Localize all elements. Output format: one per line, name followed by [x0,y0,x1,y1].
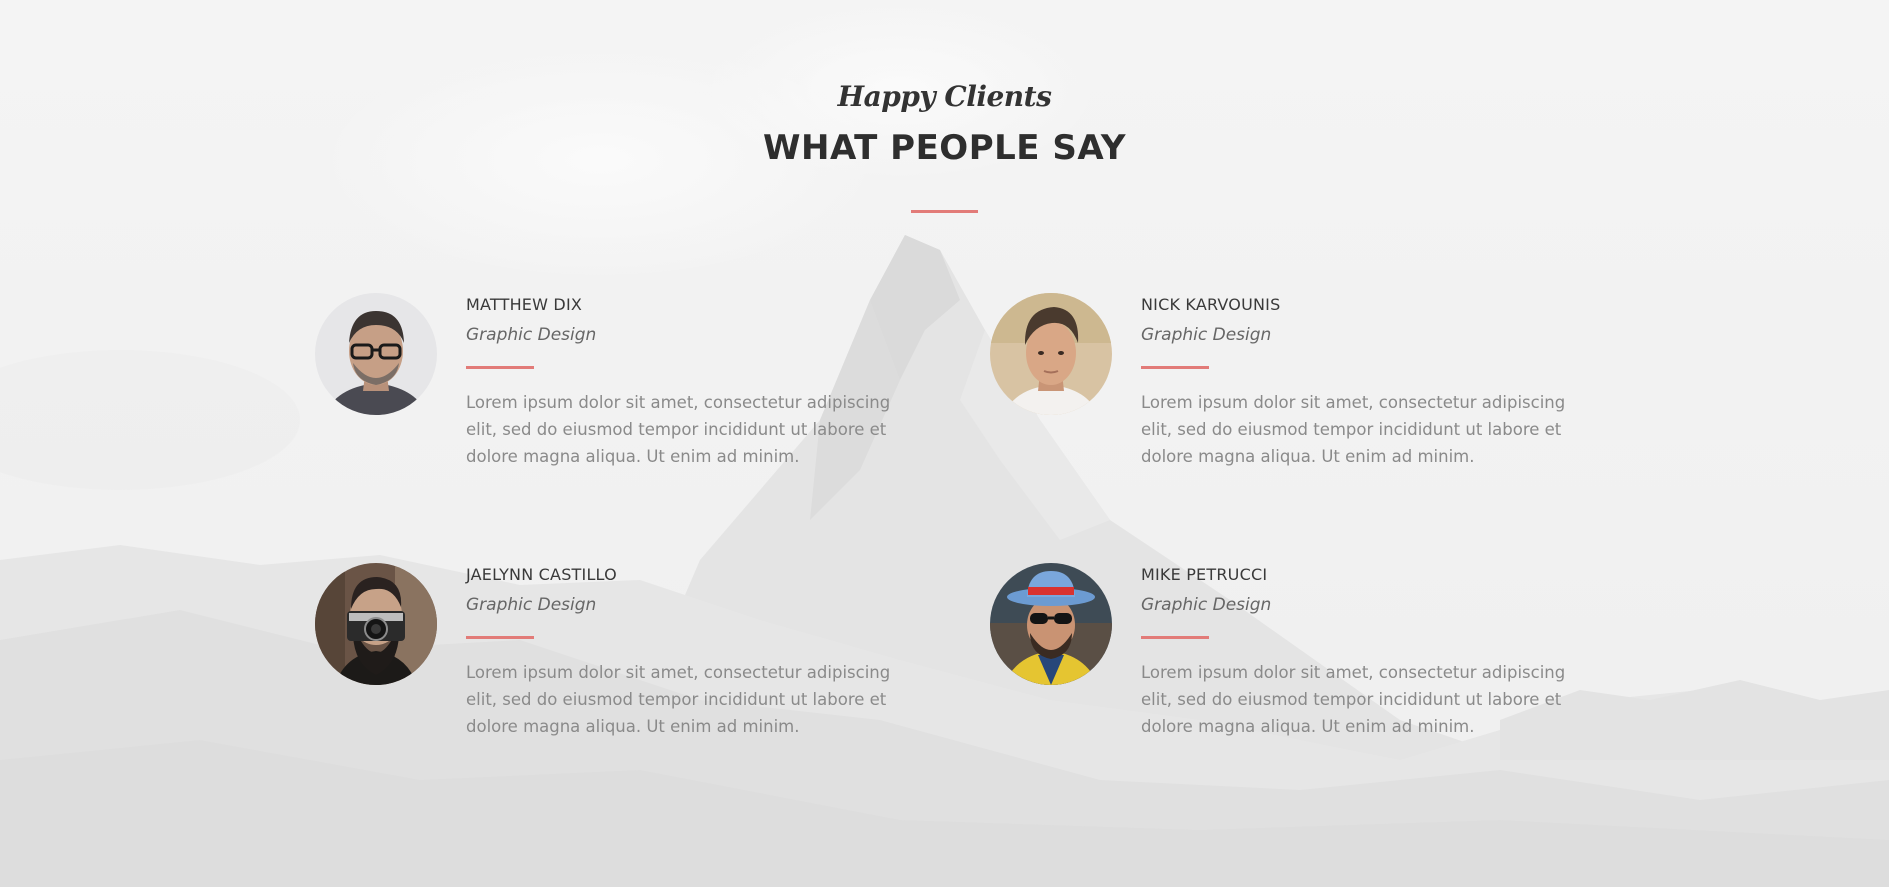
testimonials-section: Happy Clients WHAT PEOPLE SAY MATTHEW DI… [0,0,1889,887]
section-title: WHAT PEOPLE SAY [762,128,1127,168]
testimonial-text: Lorem ipsum dolor sit amet, consectetur … [466,393,891,466]
card-divider [466,366,534,369]
testimonial-card: JAELYNN CASTILLO Graphic Design Lorem ip… [315,563,955,793]
client-role: Graphic Design [466,595,597,615]
avatar [315,563,437,685]
avatar [990,293,1112,415]
testimonial-card: MATTHEW DIX Graphic Design Lorem ipsum d… [315,293,955,523]
avatar [315,293,437,415]
client-name: JAELYNN CASTILLO [466,565,617,584]
client-role: Graphic Design [466,325,597,345]
card-divider [1141,636,1209,639]
card-divider [1141,366,1209,369]
avatar [990,563,1112,685]
client-name: MATTHEW DIX [466,295,583,314]
section-subtitle: Happy Clients [837,80,1052,113]
client-name: MIKE PETRUCCI [1141,565,1268,584]
card-divider [466,636,534,639]
title-divider [911,210,978,213]
testimonial-card: NICK KARVOUNIS Graphic Design Lorem ipsu… [990,293,1630,523]
client-role: Graphic Design [1141,595,1272,615]
client-name: NICK KARVOUNIS [1141,295,1281,314]
client-role: Graphic Design [1141,325,1272,345]
testimonial-text: Lorem ipsum dolor sit amet, consectetur … [1141,663,1566,736]
testimonial-text: Lorem ipsum dolor sit amet, consectetur … [466,663,891,736]
testimonial-card: MIKE PETRUCCI Graphic Design Lorem ipsum… [990,563,1630,793]
testimonial-text: Lorem ipsum dolor sit amet, consectetur … [1141,393,1566,466]
